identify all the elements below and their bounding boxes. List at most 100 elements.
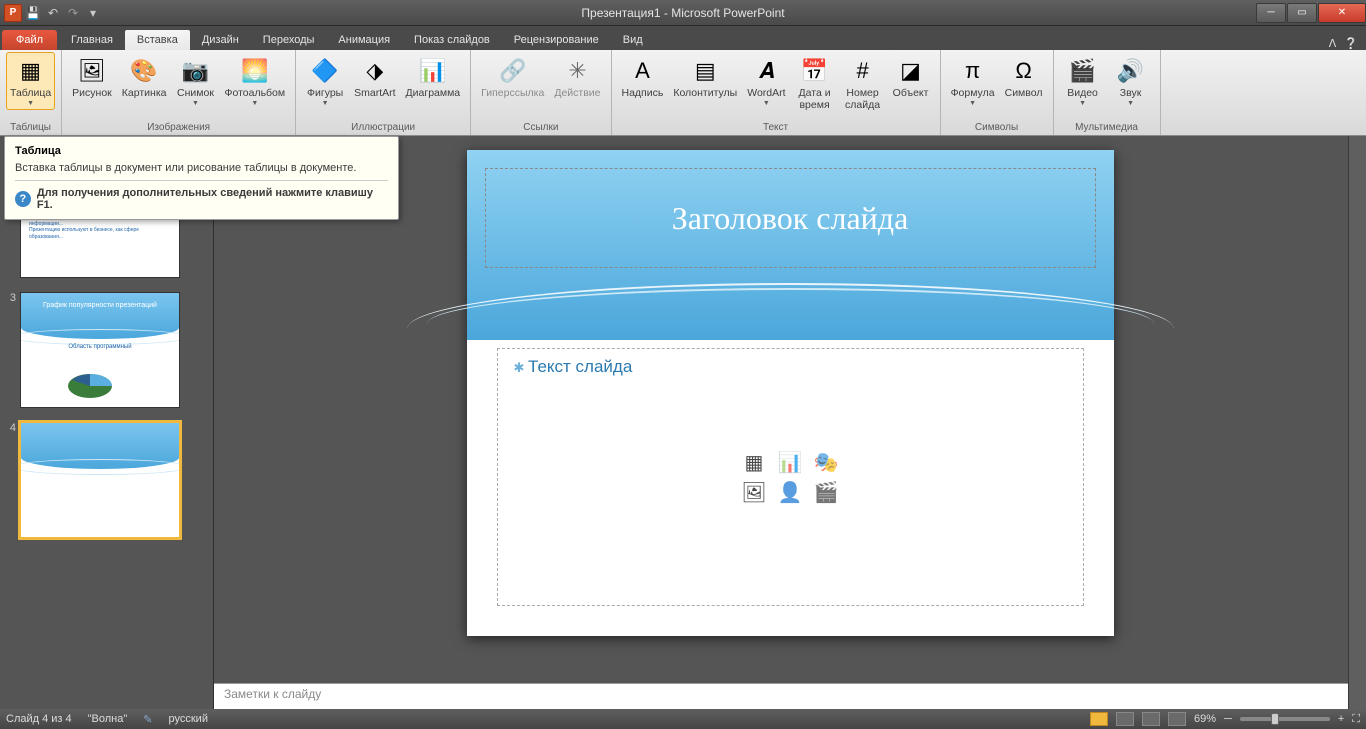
save-icon[interactable]: 💾 bbox=[24, 4, 42, 22]
sorter-view-button[interactable] bbox=[1116, 712, 1134, 726]
zoom-slider[interactable] bbox=[1240, 717, 1330, 721]
dropdown-arrow-icon: ▼ bbox=[27, 100, 34, 107]
tab-показ слайдов[interactable]: Показ слайдов bbox=[402, 30, 502, 50]
shapes-label: Фигуры bbox=[307, 88, 343, 100]
group-title: Изображения bbox=[68, 122, 289, 135]
notes-pane[interactable]: Заметки к слайду bbox=[214, 683, 1366, 709]
language-indicator[interactable]: русский bbox=[169, 713, 208, 725]
tab-главная[interactable]: Главная bbox=[59, 30, 125, 50]
slide: Заголовок слайда Текст слайда ▦📊🎭🖼👤🎬 bbox=[467, 150, 1114, 636]
reading-view-button[interactable] bbox=[1142, 712, 1160, 726]
smartart-button[interactable]: ⬗SmartArt bbox=[350, 52, 399, 110]
wordart-label: WordArt bbox=[747, 88, 785, 100]
group-title: Текст bbox=[618, 122, 934, 135]
ribbon-group-изображения: 🖼Рисунок🎨Картинка📷Снимок▼🌅Фотоальбом▼Изо… bbox=[62, 50, 296, 135]
group-title: Таблицы bbox=[6, 122, 55, 135]
wordart-icon: 𝑨 bbox=[750, 55, 782, 87]
redo-icon[interactable]: ↷ bbox=[64, 4, 82, 22]
main-area: Заголовок слайда Текст слайда ▦📊🎭🖼👤🎬 Зам… bbox=[214, 136, 1366, 709]
clipart-button[interactable]: 🎨Картинка bbox=[118, 52, 171, 110]
spellcheck-icon[interactable]: ✎ bbox=[143, 713, 152, 726]
title-bar: P 💾 ↶ ↷ ▾ Презентация1 - Microsoft Power… bbox=[0, 0, 1366, 26]
slide-thumbnail-3[interactable]: График популярности презентацийОбласть п… bbox=[20, 292, 180, 408]
action-icon: ✳ bbox=[561, 55, 593, 87]
table-button[interactable]: ▦Таблица▼ bbox=[6, 52, 55, 110]
wordart-button[interactable]: 𝑨WordArt▼ bbox=[743, 52, 789, 114]
picture-button[interactable]: 🖼Рисунок bbox=[68, 52, 116, 110]
object-label: Объект bbox=[893, 88, 929, 100]
tab-вид[interactable]: Вид bbox=[611, 30, 655, 50]
tab-переходы[interactable]: Переходы bbox=[251, 30, 327, 50]
equation-label: Формула bbox=[951, 88, 995, 100]
screenshot-icon: 📷 bbox=[179, 55, 211, 87]
thumb-number: 4 bbox=[6, 422, 16, 434]
symbol-label: Символ bbox=[1005, 88, 1043, 100]
zoom-in-button[interactable]: + bbox=[1338, 713, 1344, 725]
qat-dropdown-icon[interactable]: ▾ bbox=[84, 4, 102, 22]
shapes-icon: 🔷 bbox=[309, 55, 341, 87]
zoom-out-button[interactable]: ─ bbox=[1224, 713, 1232, 725]
thumb-number: 3 bbox=[6, 292, 16, 304]
theme-name: "Волна" bbox=[88, 713, 128, 725]
textbox-icon: A bbox=[626, 55, 658, 87]
chart-label: Диаграмма bbox=[406, 88, 461, 100]
video-button[interactable]: 🎬Видео▼ bbox=[1060, 52, 1106, 110]
vertical-scrollbar[interactable] bbox=[1348, 136, 1366, 709]
content-placeholder[interactable]: Текст слайда ▦📊🎭🖼👤🎬 bbox=[497, 348, 1084, 606]
object-icon: ◪ bbox=[895, 55, 927, 87]
title-placeholder[interactable]: Заголовок слайда bbox=[485, 168, 1096, 268]
photoalbum-label: Фотоальбом bbox=[224, 88, 285, 100]
normal-view-button[interactable] bbox=[1090, 712, 1108, 726]
screenshot-label: Снимок bbox=[177, 88, 214, 100]
ph-clipart-icon[interactable]: 👤 bbox=[775, 480, 805, 504]
app-icon[interactable]: P bbox=[4, 4, 22, 22]
chart-button[interactable]: 📊Диаграмма bbox=[402, 52, 465, 110]
zoom-level[interactable]: 69% bbox=[1194, 713, 1216, 725]
audio-icon: 🔊 bbox=[1115, 55, 1147, 87]
slide-thumbnails-panel: Разработь программ2Для чего нужна презен… bbox=[0, 136, 214, 709]
slidenum-button[interactable]: #Номер слайда bbox=[840, 52, 886, 114]
dropdown-arrow-icon: ▼ bbox=[192, 100, 199, 107]
dropdown-arrow-icon: ▼ bbox=[322, 100, 329, 107]
ribbon-minimize-icon[interactable]: ᐱ bbox=[1329, 37, 1337, 50]
symbol-button[interactable]: ΩСимвол bbox=[1001, 52, 1047, 110]
close-button[interactable]: ✕ bbox=[1318, 3, 1366, 23]
table-label: Таблица bbox=[10, 88, 51, 100]
slide-thumbnail-4[interactable] bbox=[20, 422, 180, 538]
ph-chart-icon[interactable]: 📊 bbox=[775, 450, 805, 474]
tooltip-help: ? Для получения дополнительных сведений … bbox=[15, 180, 388, 211]
headerfooter-label: Колонтитулы bbox=[673, 88, 737, 100]
equation-button[interactable]: πФормула▼ bbox=[947, 52, 999, 110]
object-button[interactable]: ◪Объект bbox=[888, 52, 934, 114]
tab-рецензирование[interactable]: Рецензирование bbox=[502, 30, 611, 50]
video-label: Видео bbox=[1067, 88, 1098, 100]
dropdown-arrow-icon: ▼ bbox=[1127, 100, 1134, 107]
headerfooter-icon: ▤ bbox=[689, 55, 721, 87]
help-icon[interactable]: ❔ bbox=[1344, 37, 1358, 50]
audio-button[interactable]: 🔊Звук▼ bbox=[1108, 52, 1154, 110]
textbox-button[interactable]: AНадпись bbox=[618, 52, 668, 114]
table-icon: ▦ bbox=[15, 55, 47, 87]
photoalbum-button[interactable]: 🌅Фотоальбом▼ bbox=[220, 52, 289, 110]
undo-icon[interactable]: ↶ bbox=[44, 4, 62, 22]
clipart-label: Картинка bbox=[122, 88, 167, 100]
tooltip: Таблица Вставка таблицы в документ или р… bbox=[4, 136, 399, 220]
tab-анимация[interactable]: Анимация bbox=[326, 30, 402, 50]
file-tab[interactable]: Файл bbox=[2, 30, 57, 50]
screenshot-button[interactable]: 📷Снимок▼ bbox=[172, 52, 218, 110]
tab-вставка[interactable]: Вставка bbox=[125, 30, 190, 50]
smartart-label: SmartArt bbox=[354, 88, 395, 100]
minimize-button[interactable]: ─ bbox=[1256, 3, 1286, 23]
maximize-button[interactable]: ▭ bbox=[1287, 3, 1317, 23]
ph-picture-icon[interactable]: 🖼 bbox=[739, 480, 769, 504]
datetime-button[interactable]: 📅Дата и время bbox=[792, 52, 838, 114]
headerfooter-button[interactable]: ▤Колонтитулы bbox=[669, 52, 741, 114]
ph-media-icon[interactable]: 🎬 bbox=[811, 480, 841, 504]
ph-smartart-icon[interactable]: 🎭 bbox=[811, 450, 841, 474]
shapes-button[interactable]: 🔷Фигуры▼ bbox=[302, 52, 348, 110]
ribbon: ▦Таблица▼Таблицы🖼Рисунок🎨Картинка📷Снимок… bbox=[0, 50, 1366, 136]
ph-table-icon[interactable]: ▦ bbox=[739, 450, 769, 474]
tab-дизайн[interactable]: Дизайн bbox=[190, 30, 251, 50]
slideshow-view-button[interactable] bbox=[1168, 712, 1186, 726]
fit-window-button[interactable]: ⛶ bbox=[1352, 713, 1360, 726]
